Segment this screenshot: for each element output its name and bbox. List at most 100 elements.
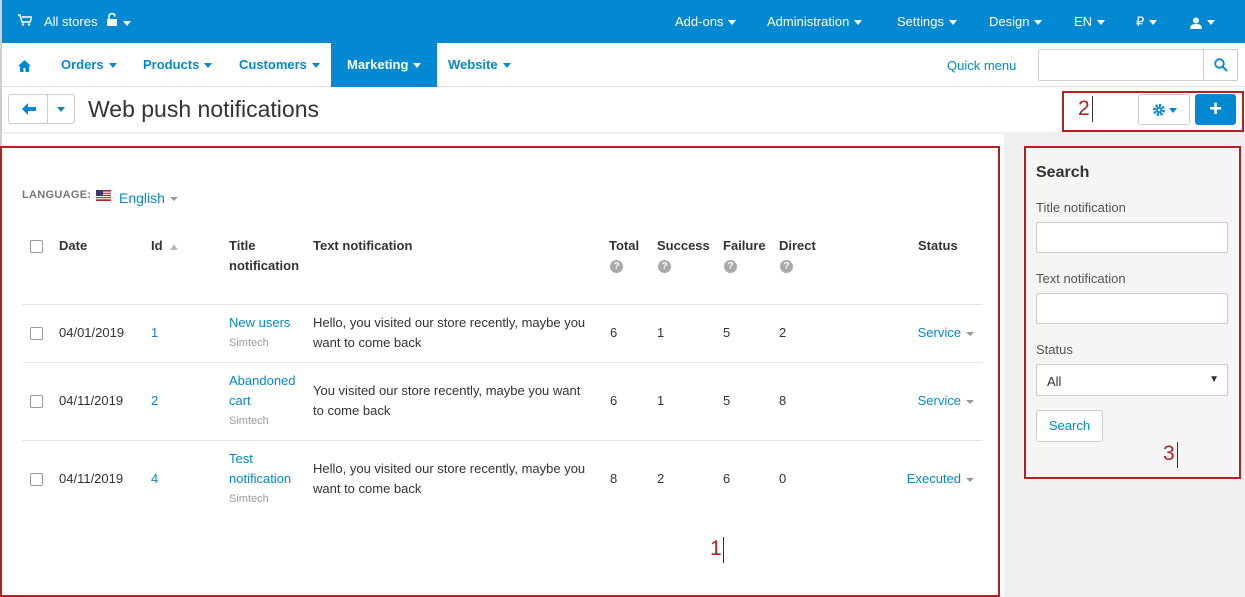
language-label: LANGUAGE: [22, 189, 92, 201]
nav-administration[interactable]: Administration [767, 14, 863, 29]
annotation-box-1 [0, 146, 1000, 597]
row-failure: 6 [723, 471, 731, 486]
chevron-down-icon [1034, 20, 1043, 26]
page-title: Web push notifications [88, 96, 319, 122]
column-header-text: Text notification [313, 238, 413, 253]
row-failure: 5 [723, 393, 731, 408]
column-header-title[interactable]: Title notification [229, 236, 299, 276]
main-nav: Orders Products Customers Marketing Webs… [2, 43, 1245, 87]
sort-asc-icon [170, 243, 179, 250]
row-date: 04/11/2019 [59, 393, 124, 408]
back-button[interactable] [8, 94, 48, 124]
row-date: 04/01/2019 [59, 325, 125, 340]
row-text: Hello, you visited our store recently, m… [313, 315, 586, 350]
chevron-down-icon [57, 107, 65, 113]
nav-settings[interactable]: Settings [897, 14, 957, 29]
text-notification-input[interactable] [1036, 293, 1228, 324]
column-header-success: Success [657, 238, 710, 253]
user-icon [1190, 17, 1202, 29]
history-dropdown[interactable] [47, 94, 75, 124]
annotation-label-2: 2 [1078, 97, 1090, 120]
text-cursor [1092, 96, 1093, 122]
row-id-link[interactable]: 1 [151, 323, 158, 343]
row-total: 8 [610, 471, 618, 486]
global-search-input[interactable] [1038, 49, 1238, 81]
column-header-id[interactable]: Id [151, 236, 179, 256]
menu-customers[interactable]: Customers [239, 43, 320, 87]
row-total: 6 [610, 325, 618, 340]
menu-website[interactable]: Website [448, 43, 511, 87]
column-header-total: Total [609, 238, 640, 253]
column-header-status: Status [918, 238, 958, 253]
column-header-date[interactable]: Date [59, 236, 87, 256]
help-icon[interactable]: ? [658, 260, 671, 273]
search-submit-button[interactable]: Search [1036, 410, 1103, 442]
row-checkbox[interactable] [30, 473, 43, 486]
row-direct: 2 [779, 325, 787, 340]
chevron-down-icon: ▼ [1209, 374, 1219, 385]
menu-products[interactable]: Products [143, 43, 213, 87]
help-icon[interactable]: ? [780, 260, 793, 273]
search-panel-heading: Search [1036, 164, 1090, 181]
row-text: You visited our store recently, maybe yo… [313, 383, 581, 418]
search-panel: Search Title notification Text notificat… [1024, 146, 1241, 479]
text-notification-label: Text notification [1036, 271, 1126, 286]
row-company: Simtech [229, 337, 269, 349]
language-selector[interactable]: English [119, 190, 178, 206]
row-checkbox[interactable] [30, 395, 43, 408]
row-title-link[interactable]: Abandoned cart [229, 371, 296, 411]
help-icon[interactable]: ? [610, 260, 623, 273]
title-bar: Web push notifications + [2, 88, 1245, 132]
row-divider [22, 304, 982, 305]
unlock-icon [106, 12, 131, 30]
chevron-down-icon [728, 20, 737, 26]
select-all-checkbox[interactable] [30, 240, 43, 253]
row-status-dropdown[interactable]: Executed [880, 471, 974, 486]
row-divider [22, 440, 982, 441]
row-failure: 5 [723, 325, 731, 340]
chevron-down-icon [948, 20, 957, 26]
us-flag-icon [96, 190, 111, 201]
row-checkbox[interactable] [30, 327, 43, 340]
text-cursor [1177, 442, 1178, 468]
row-title-link[interactable]: New users [229, 313, 290, 333]
top-bar: All stores Add-ons Administration Settin… [2, 0, 1245, 43]
nav-user[interactable] [1190, 14, 1215, 29]
menu-marketing[interactable]: Marketing [331, 43, 438, 87]
row-direct: 8 [779, 393, 787, 408]
chevron-down-icon [1097, 20, 1106, 26]
title-notification-label: Title notification [1036, 200, 1126, 215]
row-date: 04/11/2019 [59, 471, 124, 486]
column-header-direct: Direct [779, 238, 816, 253]
search-button[interactable] [1203, 50, 1237, 80]
title-notification-input[interactable] [1036, 222, 1228, 253]
annotation-label-1: 1 [710, 537, 722, 560]
menu-orders[interactable]: Orders [61, 43, 117, 87]
home-icon[interactable] [18, 43, 31, 87]
store-label: All stores [44, 14, 98, 29]
chevron-down-icon [1149, 20, 1158, 26]
row-status-dropdown[interactable]: Service [880, 393, 974, 408]
row-title-link[interactable]: Test notification [229, 449, 291, 489]
nav-addons[interactable]: Add-ons [675, 14, 737, 29]
chevron-down-icon [854, 20, 863, 26]
row-company: Simtech [229, 493, 269, 505]
column-header-failure: Failure [723, 238, 766, 253]
row-status-dropdown[interactable]: Service [880, 325, 974, 340]
row-id-link[interactable]: 2 [151, 391, 158, 411]
cart-icon [18, 14, 32, 26]
status-select[interactable]: All ▼ [1036, 364, 1228, 396]
store-selector[interactable]: All stores [44, 14, 97, 29]
nav-design[interactable]: Design [989, 14, 1043, 29]
nav-currency[interactable]: ₽ [1136, 14, 1158, 30]
quick-menu-link[interactable]: Quick menu [947, 58, 1016, 73]
arrow-left-icon [22, 103, 36, 115]
row-success: 2 [657, 471, 665, 486]
text-cursor [723, 537, 724, 563]
row-success: 1 [657, 325, 665, 340]
status-label: Status [1036, 342, 1073, 357]
status-select-value: All [1047, 374, 1062, 389]
row-id-link[interactable]: 4 [151, 469, 158, 489]
nav-language[interactable]: EN [1074, 14, 1106, 29]
help-icon[interactable]: ? [724, 260, 737, 273]
